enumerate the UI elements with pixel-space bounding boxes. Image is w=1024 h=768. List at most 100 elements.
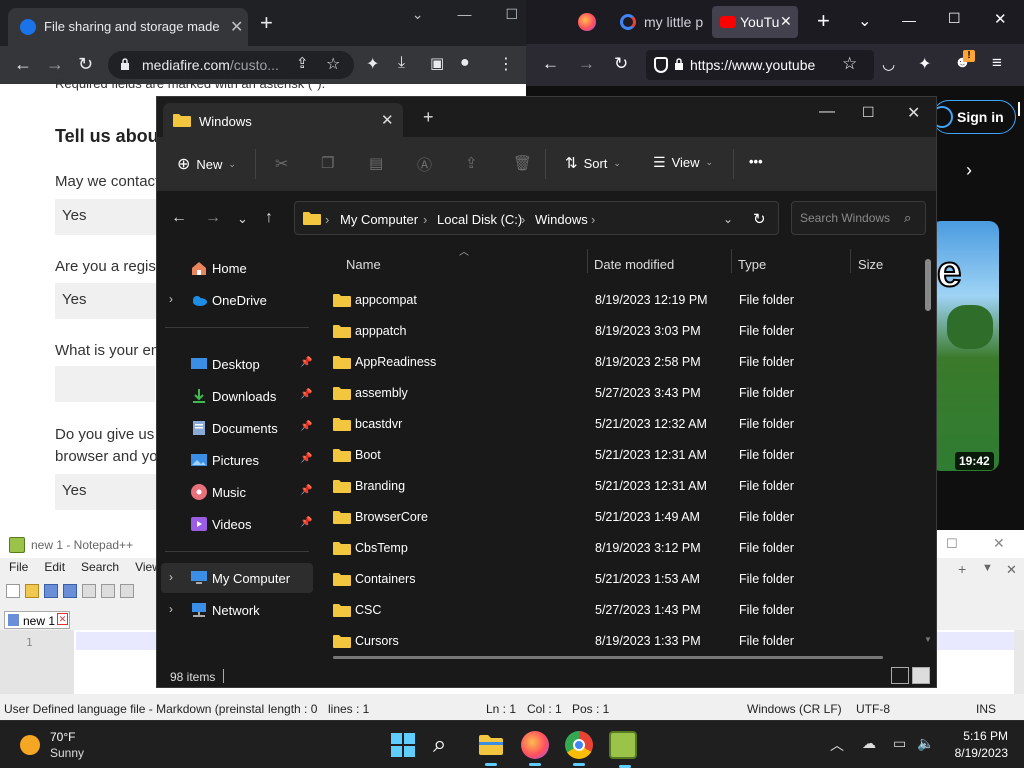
firefox-tab-google[interactable]: my little p [616,6,703,38]
pocket-icon[interactable]: ◡ [882,55,895,73]
scroll-down-arrow-icon[interactable]: ▼ [924,635,932,644]
breadcrumb-my-computer[interactable]: My Computer [340,212,418,227]
nav-item-desktop[interactable]: Desktop 📌 [161,349,313,379]
share-icon[interactable]: ⇪ [465,154,478,172]
back-arrow-icon[interactable]: ← [542,54,559,74]
list-tabs-chevron-icon[interactable]: ⌄ [858,11,871,31]
minimize-icon[interactable]: — [457,6,471,23]
form-answer-4[interactable]: Yes [55,474,165,510]
network-tray-icon[interactable]: ▭ [893,735,906,752]
new-button[interactable]: ⊕ New ⌄ [177,154,236,174]
explorer-tab-windows[interactable]: Windows ✕ [163,103,403,137]
recent-locations-chevron-icon[interactable]: ⌄ [237,211,248,227]
table-row[interactable]: BrowserCore 5/21/2023 1:49 AM File folder [331,502,921,533]
maximize-icon[interactable]: ☐ [946,536,958,552]
chrome-omnibox[interactable]: mediafire.com/custo... [108,51,354,79]
breadcrumb-local-disk[interactable]: Local Disk (C:) [437,212,522,227]
new-tab-icon[interactable]: + [423,108,434,126]
minimize-icon[interactable]: — [819,103,835,121]
table-row[interactable]: assembly 5/27/2023 3:43 PM File folder [331,378,921,409]
extensions-icon[interactable]: ✦ [918,54,931,74]
save-icon[interactable] [44,584,58,598]
delete-trash-icon[interactable]: 🗑 [513,154,532,172]
forward-arrow-icon[interactable]: → [46,54,64,75]
cloud-sync-icon[interactable]: ☁ [862,735,876,752]
file-explorer-taskbar-icon[interactable] [477,731,505,766]
hamburger-menu-icon[interactable]: ≡ [992,53,1002,73]
column-header-type[interactable]: Type [738,257,766,272]
close-tab-icon[interactable]: ✕ [230,17,243,37]
address-dropdown-chevron-icon[interactable]: ⌄ [723,212,733,226]
table-row[interactable]: CbsTemp 8/19/2023 3:12 PM File folder [331,533,921,564]
vertical-scrollbar-thumb[interactable] [925,259,931,311]
nav-item-onedrive[interactable]: › OneDrive [161,285,313,315]
sign-in-button[interactable]: Sign in [931,100,1016,134]
volume-icon[interactable]: 🔈 [917,735,934,752]
taskbar-search-icon[interactable]: ⌕ [433,731,461,759]
table-row[interactable]: Boot 5/21/2023 12:31 AM File folder [331,440,921,471]
table-row[interactable]: bcastdvr 5/21/2023 12:32 AM File folder [331,409,921,440]
chrome-tab-mediafire[interactable]: File sharing and storage made si ✕ [8,8,248,46]
table-row[interactable]: Branding 5/21/2023 12:31 AM File folder [331,471,921,502]
print-icon[interactable] [120,584,134,598]
back-arrow-icon[interactable]: ← [14,54,32,75]
nav-item-music[interactable]: Music 📌 [161,477,313,507]
close-window-icon[interactable]: ✕ [994,10,1007,28]
firefox-tab-youtube[interactable]: YouTub ✕ [712,6,798,38]
table-row[interactable]: apppatch 8/19/2023 3:03 PM File folder [331,316,921,347]
breadcrumb[interactable]: › My Computer › Local Disk (C:) › Window… [294,201,779,235]
copy-icon[interactable]: ❐ [321,154,334,172]
rename-icon[interactable]: Ⓐ [417,154,432,175]
minimize-icon[interactable]: — [902,12,916,28]
search-input[interactable] [800,211,904,225]
tab-list-dropdown-icon[interactable]: ▼ [982,562,993,574]
email-field[interactable] [55,366,155,402]
nav-item-my-computer[interactable]: › My Computer [161,563,313,593]
profile-avatar-icon[interactable]: ● [460,54,470,72]
details-view-button[interactable] [891,667,909,684]
share-icon[interactable]: ⇪ [296,54,309,72]
column-divider[interactable] [731,249,732,273]
close-file-icon[interactable] [82,584,96,598]
close-tab-icon[interactable]: ✕ [381,111,394,129]
more-options-button[interactable]: ••• [749,154,763,169]
editor-scrollbar[interactable] [1014,630,1024,694]
table-row[interactable]: Containers 5/21/2023 1:53 AM File folder [331,564,921,595]
chevron-right-icon[interactable]: › [169,602,173,616]
firefox-tab-pinned[interactable] [576,6,600,38]
form-answer-2[interactable]: Yes [55,283,165,319]
column-divider[interactable] [587,249,588,273]
view-button[interactable]: ☰ View ⌄ [653,154,713,171]
pin-icon[interactable]: 📌 [300,389,312,400]
table-row[interactable]: CSC 5/27/2023 1:43 PM File folder [331,595,921,626]
forward-arrow-icon[interactable]: → [578,54,595,74]
bookmark-star-icon[interactable]: ☆ [842,54,857,74]
show-hidden-icons-chevron-icon[interactable]: ︿ [830,735,844,755]
column-header-date-modified[interactable]: Date modified [594,257,674,272]
maximize-icon[interactable]: ☐ [505,6,518,23]
chevron-right-icon[interactable]: › [169,570,173,584]
menu-search[interactable]: Search [81,560,119,578]
column-divider[interactable] [850,249,851,273]
paste-icon[interactable]: ▤ [369,154,383,172]
chevron-down-icon[interactable]: ⌄ [412,6,424,23]
close-window-icon[interactable]: ✕ [907,103,920,123]
firefox-taskbar-icon[interactable] [521,731,549,766]
up-arrow-icon[interactable]: ↑ [265,209,273,227]
reload-icon[interactable]: ↻ [614,54,628,74]
sort-button[interactable]: ⇅ Sort ⌄ [565,154,621,172]
notepadpp-taskbar-icon[interactable] [609,731,637,768]
refresh-icon[interactable]: ↻ [753,210,766,228]
nav-item-network[interactable]: › Network [161,595,313,625]
reload-icon[interactable]: ↻ [78,54,93,75]
menu-edit[interactable]: Edit [44,560,65,578]
nav-item-documents[interactable]: Documents 📌 [161,413,313,443]
forward-arrow-icon[interactable]: → [205,209,221,227]
pin-icon[interactable]: 📌 [300,485,312,496]
table-row[interactable]: appcompat 8/19/2023 12:19 PM File folder [331,285,921,316]
close-window-icon[interactable]: ✕ [993,535,1005,552]
maximize-icon[interactable]: ☐ [948,10,961,27]
menu-file[interactable]: File [9,560,28,578]
column-header-name[interactable]: Name [346,257,381,272]
close-doc-tab-icon[interactable]: ✕ [57,613,68,625]
